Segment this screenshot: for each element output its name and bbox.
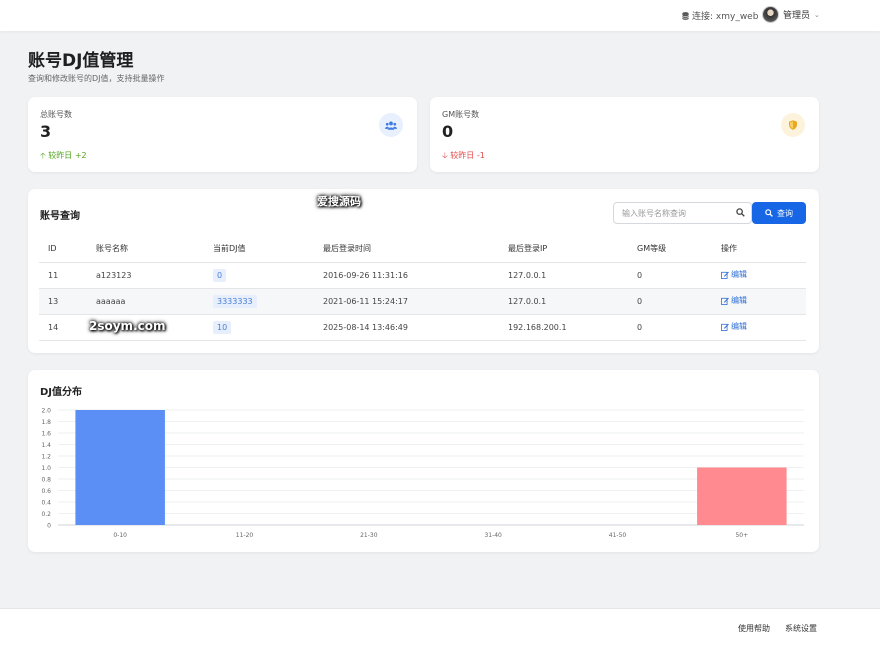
cell-action: 编辑	[712, 314, 806, 341]
stat-card-gm: GM账号数 0 🡣 较昨日 -1	[430, 97, 819, 172]
stat-value: 0	[442, 122, 454, 141]
help-link[interactable]: 使用帮助	[738, 623, 770, 634]
dj-value-badge: 0	[213, 268, 227, 282]
cell-last-login: 2016-09-26 11:31:16	[314, 262, 499, 289]
column-header: 操作	[712, 236, 806, 263]
y-tick-label: 0.2	[41, 511, 51, 518]
cell-last-login: 2025-08-14 13:46:49	[314, 314, 499, 341]
y-tick-label: 1.0	[41, 465, 51, 472]
column-header: ID	[39, 236, 87, 263]
search-icon	[765, 209, 773, 217]
x-tick-label: 50+	[735, 532, 748, 539]
connection-status: 连接: xmy_web	[682, 9, 758, 22]
y-tick-label: 1.6	[41, 431, 51, 438]
table-row: 11 a123123 0 2016-09-26 11:31:16 127.0.0…	[39, 262, 806, 289]
stat-change: 🡡 较昨日 +2	[40, 150, 87, 164]
stat-label: 总账号数	[40, 110, 72, 119]
stat-card-total: 总账号数 3 🡡 较昨日 +2	[28, 97, 417, 172]
bar-0-10	[75, 410, 165, 525]
query-button-label: 查询	[777, 208, 793, 218]
cell-dj: 3333333	[204, 288, 314, 315]
stat-change: 🡣 较昨日 -1	[442, 150, 485, 164]
watermark-text: 爱搜源码	[317, 195, 361, 208]
search-input[interactable]	[614, 203, 732, 223]
column-header: 当前DJ值	[204, 236, 314, 263]
dj-value-badge: 3333333	[213, 294, 257, 308]
edit-icon	[721, 297, 729, 305]
column-header: 最后登录IP	[499, 236, 628, 263]
cell-dj: 0	[204, 262, 314, 289]
y-tick-label: 2.0	[41, 408, 51, 415]
y-tick-label: 0.6	[41, 488, 51, 495]
arrow-up-icon: 🡡	[40, 151, 46, 160]
table-header-row: ID 账号名称 当前DJ值 最后登录时间 最后登录IP GM等级 操作	[39, 236, 806, 263]
database-icon	[682, 11, 689, 20]
page-subtitle: 查询和修改账号的DJ值，支持批量操作	[28, 74, 165, 83]
edit-link[interactable]: 编辑	[721, 269, 747, 280]
settings-link[interactable]: 系统设置	[785, 623, 817, 634]
avatar	[762, 6, 779, 23]
x-tick-label: 11-20	[236, 532, 254, 539]
column-header: 最后登录时间	[314, 236, 499, 263]
cell-ip: 192.168.200.1	[499, 314, 628, 341]
dj-value-badge: 10	[213, 320, 232, 334]
edit-link[interactable]: 编辑	[721, 321, 747, 332]
cell-id: 13	[39, 288, 87, 315]
page-title: 账号DJ值管理	[28, 51, 134, 71]
edit-link[interactable]: 编辑	[721, 295, 747, 306]
x-tick-label: 21-30	[360, 532, 378, 539]
query-button[interactable]: 查询	[752, 202, 806, 224]
cell-ip: 127.0.0.1	[499, 288, 628, 315]
stat-change-text: 较昨日 -1	[450, 151, 485, 160]
bar-50+	[697, 467, 787, 525]
column-header: 账号名称	[87, 236, 204, 263]
cell-dj: 10	[204, 314, 314, 341]
cell-gm: 0	[628, 314, 712, 341]
cell-gm: 0	[628, 262, 712, 289]
cell-name: a123123	[87, 262, 204, 289]
y-tick-label: 1.2	[41, 454, 51, 461]
y-tick-label: 1.8	[41, 419, 51, 426]
edit-icon	[721, 271, 729, 279]
stat-label: GM账号数	[442, 110, 480, 119]
column-header: GM等级	[628, 236, 712, 263]
footer: 使用帮助 系统设置	[0, 608, 880, 656]
edit-label: 编辑	[731, 270, 747, 280]
edit-label: 编辑	[731, 296, 747, 306]
y-tick-label: 0	[47, 523, 51, 530]
watermark-text: 2soym.com	[89, 319, 166, 333]
search-box	[613, 202, 752, 224]
y-tick-label: 0.4	[41, 500, 51, 507]
cell-action: 编辑	[712, 288, 806, 315]
users-icon	[379, 113, 403, 137]
y-tick-label: 1.4	[41, 442, 51, 449]
x-tick-label: 0-10	[113, 532, 127, 539]
cell-name: aaaaaa	[87, 288, 204, 315]
user-name: 管理员	[783, 11, 811, 21]
stat-value: 3	[40, 122, 52, 141]
chevron-down-icon: ⌄	[814, 10, 820, 19]
cell-id: 11	[39, 262, 87, 289]
user-menu[interactable]: 管理员 ⌄	[762, 6, 820, 23]
arrow-down-icon: 🡣	[442, 151, 448, 160]
table-row: 13 aaaaaa 3333333 2021-06-11 15:24:17 12…	[39, 288, 806, 315]
y-tick-label: 0.8	[41, 477, 51, 484]
connection-text: 连接: xmy_web	[692, 12, 759, 22]
top-bar: 连接: xmy_web 管理员 ⌄	[0, 0, 880, 31]
section-title: 账号查询	[40, 211, 80, 222]
dj-distribution-card: DJ值分布 0 0.2 0.4 0.6 0.8 1.0 1.2 1.4 1.6 1.8 2.0 0-1…	[28, 370, 819, 552]
edit-icon	[721, 323, 729, 331]
cell-ip: 127.0.0.1	[499, 262, 628, 289]
x-tick-label: 31-40	[484, 532, 502, 539]
edit-label: 编辑	[731, 322, 747, 332]
cell-id: 14	[39, 314, 87, 341]
cell-gm: 0	[628, 288, 712, 315]
search-icon[interactable]	[736, 208, 745, 217]
dj-distribution-chart: 0 0.2 0.4 0.6 0.8 1.0 1.2 1.4 1.6 1.8 2.0 0-10 11-20…	[41, 408, 804, 539]
shield-icon	[781, 113, 805, 137]
cell-action: 编辑	[712, 262, 806, 289]
cell-last-login: 2021-06-11 15:24:17	[314, 288, 499, 315]
stat-change-text: 较昨日 +2	[48, 151, 87, 160]
x-tick-label: 41-50	[609, 532, 627, 539]
